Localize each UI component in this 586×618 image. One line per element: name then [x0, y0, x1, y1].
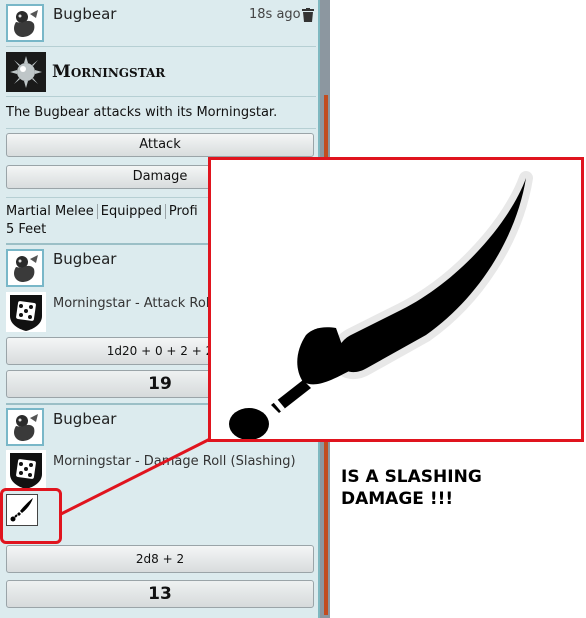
item-tags: Martial Melee Equipped Profi: [6, 204, 201, 219]
speaker-name: Bugbear: [53, 410, 117, 428]
d20-dice-icon: [6, 292, 46, 332]
tag-proficient: Profi: [168, 204, 198, 219]
bugbear-token-icon: [14, 10, 38, 37]
attack-button[interactable]: Attack: [6, 133, 314, 157]
divider: [6, 128, 316, 129]
divider: [6, 46, 316, 47]
speaker-name: Bugbear: [53, 250, 117, 268]
bugbear-avatar[interactable]: [6, 249, 44, 287]
tag-equipped: Equipped: [97, 204, 166, 219]
bugbear-avatar[interactable]: [6, 4, 44, 42]
bugbear-avatar[interactable]: [6, 408, 44, 446]
roll-flavor-text: Morningstar - Attack Roll: [53, 296, 214, 311]
roll-flavor-text: Morningstar - Damage Roll (Slashing): [53, 454, 296, 469]
tag-martial-melee: Martial Melee: [6, 204, 98, 219]
morningstar-item-icon[interactable]: [6, 52, 46, 92]
morningstar-icon: [6, 52, 46, 92]
bugbear-token-icon: [14, 255, 38, 282]
icon-highlight-box: [0, 488, 62, 544]
bugbear-token-icon: [14, 414, 38, 441]
large-dagger-icon: [229, 171, 533, 439]
dice-icon: [6, 450, 46, 490]
zoomed-icon-callout: [208, 157, 584, 442]
item-name: Morningstar: [52, 62, 166, 82]
item-description: The Bugbear attacks with its Morningstar…: [6, 105, 278, 120]
divider: [6, 96, 316, 97]
annotation-text: IS A SLASHING DAMAGE !!!: [341, 466, 482, 510]
trash-icon[interactable]: [302, 8, 314, 22]
item-range: 5 Feet: [6, 222, 47, 237]
message-timestamp: 18s ago: [249, 7, 301, 22]
annotation-line-1: IS A SLASHING: [341, 467, 482, 487]
roll-formula[interactable]: 2d8 + 2: [6, 545, 314, 573]
roll-total[interactable]: 13: [6, 580, 314, 608]
annotation-line-2: DAMAGE !!!: [341, 489, 454, 509]
speaker-name: Bugbear: [53, 5, 117, 23]
